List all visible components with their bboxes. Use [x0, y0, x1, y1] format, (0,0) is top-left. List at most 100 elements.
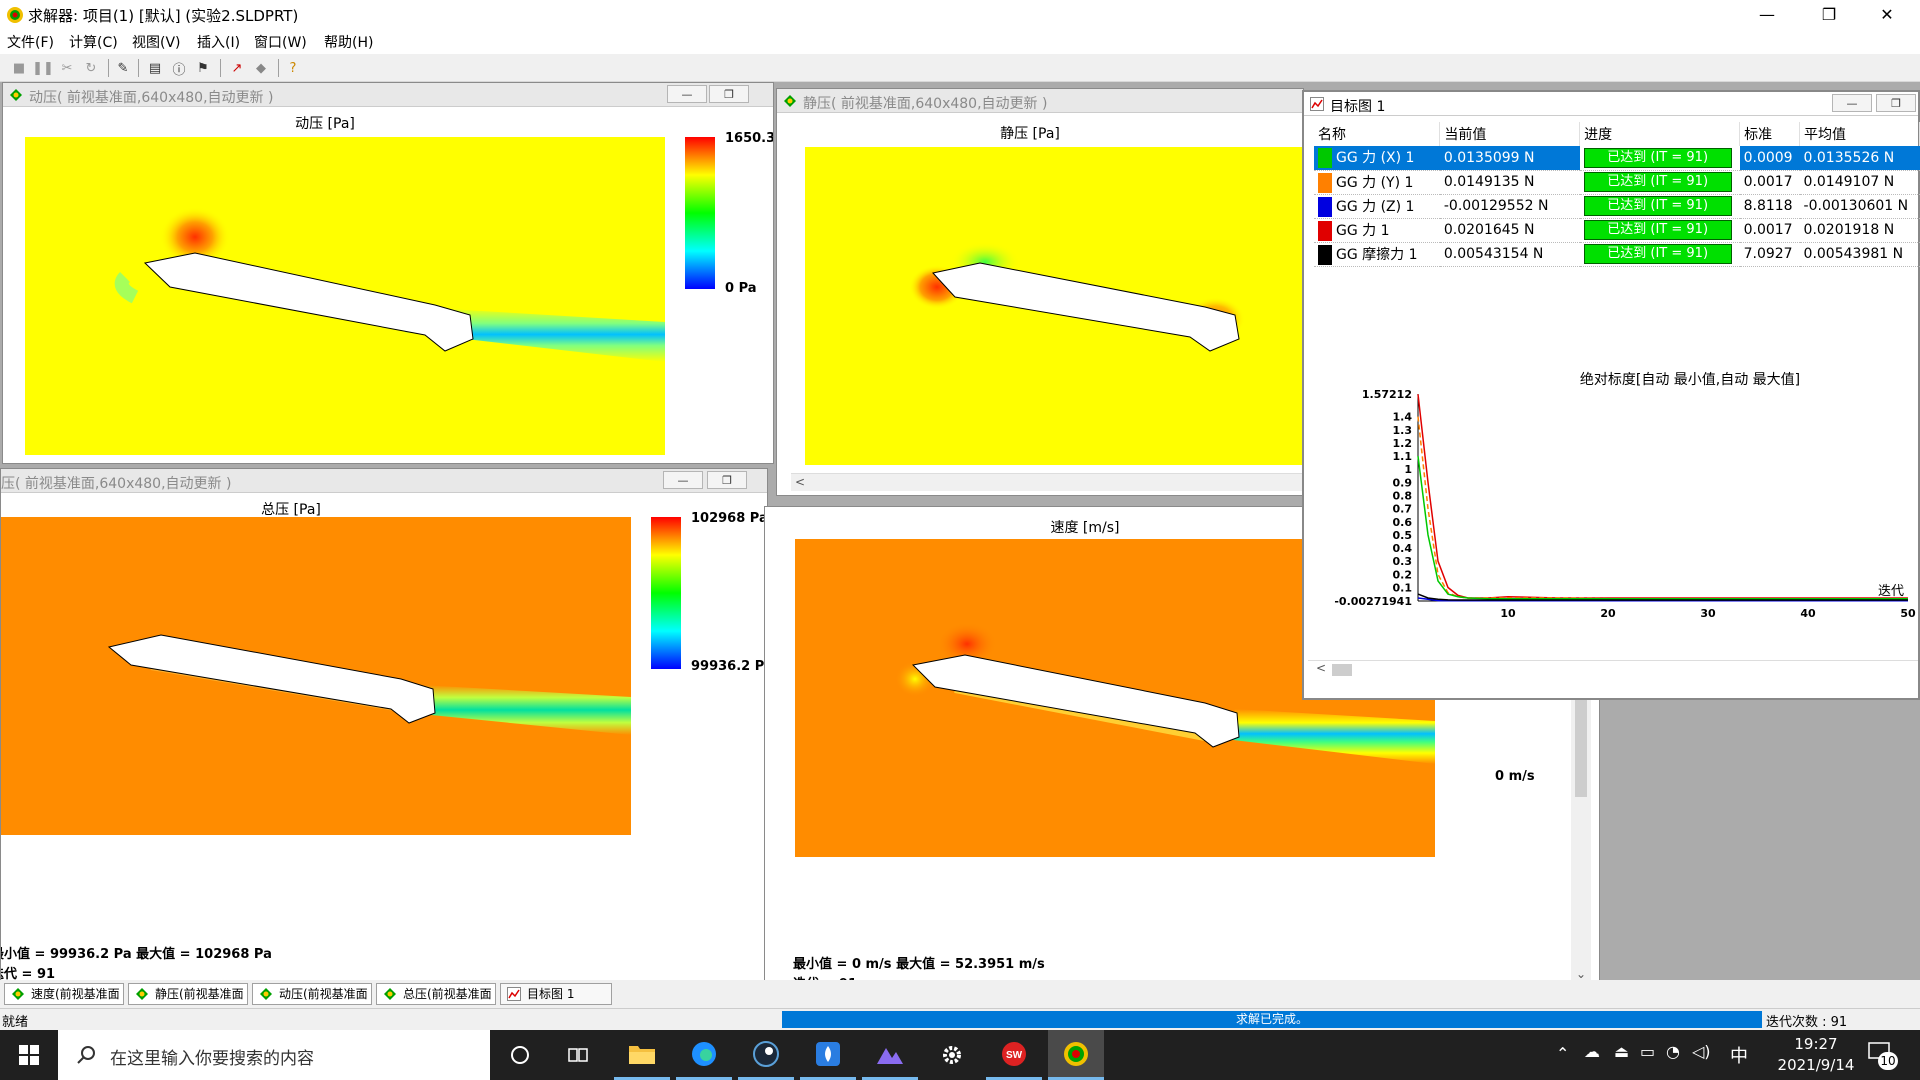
menu-compute[interactable]: 计算(C)	[69, 32, 118, 52]
solidworks-glyph: SW	[1002, 1041, 1026, 1066]
goal-name: GG 力 (Y) 1	[1336, 174, 1414, 191]
window-titlebar[interactable]: 总压( 前视基准面,640x480,自动更新 ) — ❐	[1, 469, 767, 493]
search-box[interactable]: 在这里输入你要搜索的内容	[58, 1030, 490, 1080]
menu-window[interactable]: 窗口(W)	[254, 32, 307, 52]
usb-icon[interactable]: ⏏	[1614, 1042, 1629, 1061]
notification-button[interactable]: 10	[1868, 1042, 1898, 1070]
task-view-icon[interactable]	[550, 1030, 606, 1080]
minimize-button[interactable]: —	[1832, 94, 1872, 112]
goal-row[interactable]: GG 摩擦力 1 0.00543154 N 已达到 (IT = 91) 7.0927 0…	[1314, 242, 1920, 267]
info-icon[interactable]: ⓘ	[170, 59, 188, 78]
column-header[interactable]: 平均值	[1799, 122, 1920, 146]
clock-time[interactable]: 19:27	[1780, 1035, 1852, 1053]
window-title: 目标图 1	[1330, 99, 1386, 115]
legend-max: 1650.37	[725, 131, 773, 146]
goal-table: 名称 当前值 进度 标准 平均值 GG 力 (X) 1 0.0135099 N 已达…	[1314, 122, 1920, 267]
chart-icon	[1310, 97, 1324, 111]
app-mountain-icon[interactable]	[862, 1030, 918, 1080]
menu-view[interactable]: 视图(V)	[132, 32, 181, 52]
y-tick-label: 0.4	[1393, 542, 1413, 555]
window-tabs: 速度(前视基准面 静压(前视基准面 动压(前视基准面 总压(前视基准面 目标图 …	[0, 980, 1920, 1008]
diamond-icon[interactable]: ◆	[252, 59, 270, 77]
solver-icon[interactable]	[1048, 1030, 1104, 1080]
pin-icon[interactable]: ✎	[114, 59, 132, 77]
total-pressure-window: 总压( 前视基准面,640x480,自动更新 ) — ❐ 总压 [Pa] 102…	[0, 468, 768, 1016]
chevron-up-icon[interactable]: ⌃	[1556, 1044, 1569, 1063]
plot-icon	[260, 988, 272, 1000]
start-button[interactable]	[0, 1030, 58, 1080]
window-titlebar[interactable]: 静压( 前视基准面,640x480,自动更新 )	[777, 89, 1303, 113]
solidworks-icon[interactable]: SW	[986, 1030, 1042, 1080]
battery-icon[interactable]: ▭	[1640, 1042, 1655, 1061]
maximize-button[interactable]: ❐	[1876, 94, 1916, 112]
window-titlebar[interactable]: 动压( 前视基准面,640x480,自动更新 ) — ❐	[3, 83, 773, 107]
refresh-icon[interactable]: ↻	[82, 59, 100, 77]
minimize-button[interactable]: —	[1744, 0, 1790, 29]
goal-name: GG 力 (Z) 1	[1336, 198, 1415, 215]
current-value-cell: 0.0201645 N	[1439, 218, 1580, 243]
maximize-button[interactable]: ❐	[709, 85, 749, 103]
edge-icon[interactable]	[676, 1030, 732, 1080]
tab-label: 目标图 1	[527, 987, 575, 1001]
column-header[interactable]: 标准	[1739, 122, 1801, 146]
file-explorer-icon[interactable]	[614, 1030, 670, 1080]
window-titlebar[interactable]: 目标图 1 — ❐	[1304, 92, 1918, 116]
tab-static[interactable]: 静压(前视基准面	[128, 983, 248, 1005]
menu-insert[interactable]: 插入(I)	[197, 32, 240, 52]
cortana-icon[interactable]	[492, 1030, 548, 1080]
column-header[interactable]: 进度	[1579, 122, 1741, 146]
help-icon[interactable]: ?	[284, 59, 302, 77]
horizontal-scrollbar[interactable]: <	[1308, 660, 1918, 678]
tab-dynamic[interactable]: 动压(前视基准面	[252, 983, 372, 1005]
stop-icon[interactable]: ■	[10, 59, 28, 77]
iteration-count: 迭代次数 : 91	[1766, 1015, 1848, 1030]
progress-cell: 已达到 (IT = 91)	[1579, 170, 1740, 195]
goal-row[interactable]: GG 力 1 0.0201645 N 已达到 (IT = 91) 0.0017 0.02…	[1314, 218, 1920, 243]
scroll-left-icon[interactable]: <	[1316, 661, 1326, 675]
dynamic-pressure-window: 动压( 前视基准面,640x480,自动更新 ) — ❐ 动压 [Pa] 165…	[2, 82, 774, 464]
scroll-thumb[interactable]	[1332, 664, 1352, 676]
menu-help[interactable]: 帮助(H)	[324, 32, 373, 52]
flag-icon[interactable]: ⚑	[194, 59, 212, 77]
tab-velocity[interactable]: 速度(前视基准面	[4, 983, 124, 1005]
x-axis-label: 迭代	[1878, 584, 1904, 599]
volume-icon[interactable]: ◁)	[1692, 1042, 1711, 1061]
goal-row[interactable]: GG 力 (Y) 1 0.0149135 N 已达到 (IT = 91) 0.0017…	[1314, 170, 1920, 195]
goal-row[interactable]: GG 力 (X) 1 0.0135099 N 已达到 (IT = 91) 0.0009…	[1314, 146, 1920, 171]
scroll-left-icon[interactable]: <	[795, 475, 805, 489]
pause-icon[interactable]: ❚❚	[32, 59, 54, 77]
goal-row[interactable]: GG 力 (Z) 1 -0.00129552 N 已达到 (IT = 91) 8.81…	[1314, 194, 1920, 219]
scroll-down-icon[interactable]: ⌄	[1576, 967, 1586, 981]
wifi-icon[interactable]: ◔	[1666, 1042, 1680, 1061]
progress-cell: 已达到 (IT = 91)	[1579, 242, 1740, 267]
horizontal-scrollbar[interactable]: <	[791, 473, 1303, 491]
column-header[interactable]: 当前值	[1439, 122, 1581, 146]
ime-indicator[interactable]: 中	[1730, 1042, 1748, 1068]
tab-total[interactable]: 总压(前视基准面	[376, 983, 496, 1005]
min-max-label: 最小值 = 0 m/s 最大值 = 52.3951 m/s	[793, 957, 1045, 972]
chart-icon[interactable]: ↗	[228, 59, 246, 77]
menu-file[interactable]: 文件(F)	[7, 32, 54, 52]
app-flame-icon[interactable]	[800, 1030, 856, 1080]
toolbar-separator	[220, 59, 221, 77]
close-button[interactable]: ✕	[1864, 0, 1910, 29]
settings-icon[interactable]	[924, 1030, 980, 1080]
minimize-button[interactable]: —	[667, 85, 707, 103]
tab-label: 静压(前视基准面	[155, 987, 244, 1001]
steam-icon[interactable]	[738, 1030, 794, 1080]
column-header[interactable]: 名称	[1314, 122, 1441, 146]
sheet-icon[interactable]: ▤	[146, 59, 164, 77]
tools-icon[interactable]: ✂	[58, 59, 76, 77]
static-pressure-plot	[805, 147, 1303, 465]
window-title: 求解器: 项目(1) [默认] (实验2.SLDPRT)	[28, 7, 299, 25]
restore-button[interactable]: ❐	[1806, 0, 1852, 29]
chart-title: 绝对标度[自动 最小值,自动 最大值]	[1580, 372, 1800, 388]
minimize-button[interactable]: —	[663, 471, 703, 489]
maximize-button[interactable]: ❐	[707, 471, 747, 489]
cloud-icon[interactable]: ☁	[1584, 1042, 1600, 1061]
tab-goal[interactable]: 目标图 1	[500, 983, 612, 1005]
svg-text:SW: SW	[1006, 1050, 1023, 1061]
clock-date[interactable]: 2021/9/14	[1768, 1056, 1864, 1074]
notification-count: 10	[1878, 1052, 1898, 1070]
tab-label: 动压(前视基准面	[279, 987, 368, 1001]
